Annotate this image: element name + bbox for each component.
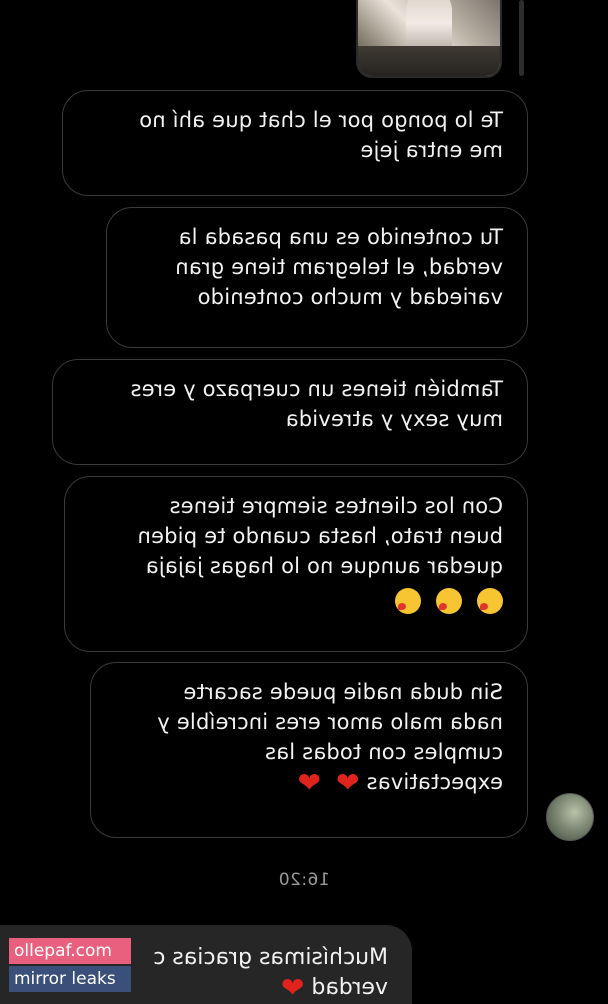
scroll-indicator[interactable] [519,0,524,76]
message-last-line: expectativas ❤ ❤ [113,766,503,799]
message-bubble-1[interactable]: Te lo pongo por el chat que ahí no me en… [62,90,528,196]
red-heart-emoji-icon: ❤ [297,766,321,799]
message-bubble-2[interactable]: Tu contenido es una pasada la verdad, el… [106,207,528,348]
message-text: Sin duda nadie puede sacarte [183,680,503,704]
message-bubble-4[interactable]: Con los clientes siempre tienes buen tra… [64,476,528,652]
kissing-face-emoji-icon [436,588,463,614]
watermark-tagline: mirror leaks [9,966,131,992]
red-heart-emoji-icon: ❤ [335,766,360,799]
message-text: buen trato, hasta cuando te piden [137,524,503,548]
message-text: Con los clientes siempre tienes [169,494,503,518]
chat-screen: Te lo pongo por el chat que ahí no me en… [0,0,608,1004]
hand-over-mouth-emoji-icon [477,588,503,614]
message-text: verdad, el telegram tiene gran [175,255,503,279]
message-text: Tu contenido es una pasada la [178,225,503,249]
watermark-site-label: ollepaf.com [9,938,131,964]
message-text: me entra jeje [360,138,503,162]
message-text: También tienes un cuerpazo y eres [130,377,503,401]
sent-photo-thumbnail[interactable] [356,0,502,78]
contact-avatar-icon[interactable] [546,793,594,841]
red-heart-emoji-icon: ❤ [280,971,305,1004]
message-text: cumples con todas las [264,740,503,764]
photo-background [358,46,500,76]
watermark: ollepaf.com mirror leaks [9,938,131,994]
mirrored-chat-view: Te lo pongo por el chat que ahí no me en… [0,0,608,1004]
message-text: expectativas [366,770,503,794]
message-text: quedar aunque no lo hagas jajaja [145,554,503,578]
message-text: verdad [311,975,388,1000]
message-timestamp: 16:20 [278,870,330,890]
message-text: variedad y mucho contenido [197,285,503,309]
emoji-row [87,585,503,615]
message-text: Te lo pongo por el chat que ahí no [139,108,503,132]
message-text: muy sexy y atrevida [285,407,503,431]
message-bubble-3[interactable]: También tienes un cuerpazo y eres muy se… [52,359,528,465]
kissing-face-emoji-icon [395,588,422,614]
message-text: nada malo amor eres increíble y [157,710,503,734]
message-bubble-5[interactable]: Sin duda nadie puede sacarte nada malo a… [90,662,528,838]
